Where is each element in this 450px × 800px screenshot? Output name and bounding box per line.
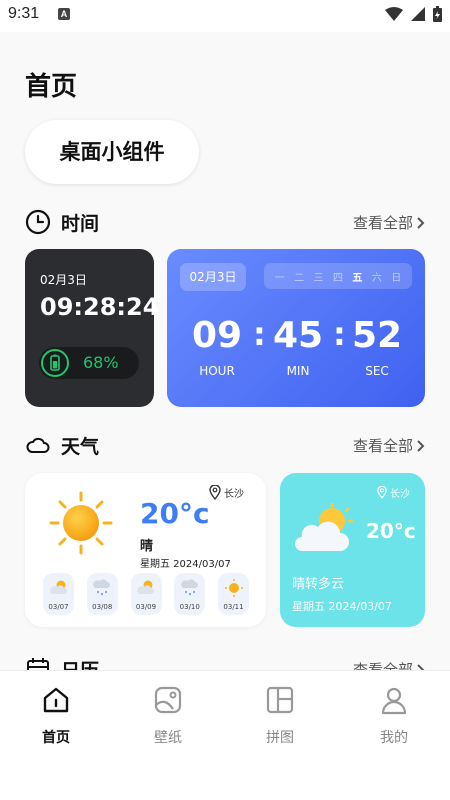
tab-profile-label: 我的	[380, 730, 408, 746]
tab-collage-label: 拼图	[266, 730, 294, 746]
chevron-right-icon	[417, 439, 425, 452]
forecast-date: 03/10	[179, 603, 200, 611]
calendar-section-peek: 日历 查看全部	[25, 654, 425, 670]
calendar-view-all-label: 查看全部	[352, 661, 413, 670]
location-label: 长沙	[377, 485, 410, 500]
calendar-section-title: 日历	[61, 656, 99, 670]
colon-separator: :	[253, 315, 266, 353]
colon-separator: :	[333, 315, 346, 353]
forecast-strip: 03/07 03/08 03/09 03/10 03/11	[43, 573, 249, 615]
calendar-view-all-link[interactable]: 查看全部	[353, 659, 425, 670]
home-icon	[43, 687, 69, 713]
signal-icon	[411, 7, 425, 21]
battery-indicator: 68%	[39, 347, 139, 379]
forecast-date: 03/09	[135, 603, 157, 611]
forecast-day[interactable]: 03/07	[43, 573, 74, 615]
notification-icon: A	[58, 8, 70, 20]
forecast-day[interactable]: 03/10	[174, 573, 206, 615]
clock-icon	[25, 209, 51, 235]
snow-cloud-icon	[180, 577, 200, 601]
location-pin-icon	[377, 486, 387, 499]
page-title: 首页	[25, 72, 78, 102]
forecast-day[interactable]: 03/11	[218, 573, 249, 615]
time-view-all-label: 查看全部	[352, 214, 413, 232]
weather-condition: 晴转多云	[292, 577, 345, 592]
blue-clock-date: 02月3日	[180, 263, 246, 291]
status-icons	[385, 6, 442, 22]
collage-icon	[266, 686, 294, 714]
location-pin-icon	[209, 485, 221, 500]
tab-wallpaper-label: 壁纸	[154, 730, 182, 746]
blue-clock-widget[interactable]: 02月3日 一二三四五六日 09 : 45 : 52 HOUR MIN SEC	[167, 249, 425, 407]
battery-icon	[50, 354, 60, 371]
calendar-icon	[27, 658, 49, 670]
tab-collage[interactable]: 拼图	[240, 685, 320, 747]
battery-ring	[41, 349, 69, 377]
minute-label: MIN	[286, 364, 310, 378]
sun-icon	[49, 491, 113, 555]
tab-home[interactable]: 首页	[16, 685, 96, 747]
weekday-label: 日	[391, 272, 402, 284]
tab-wallpaper[interactable]: 壁纸	[128, 685, 208, 747]
time-section-title: 时间	[61, 213, 100, 235]
calendar-section-header: 日历 查看全部	[25, 654, 425, 670]
weekday-label: 五	[352, 272, 363, 284]
wallpaper-icon	[154, 686, 182, 714]
weather-section-header: 天气 查看全部	[25, 430, 425, 460]
weekday-label: 二	[294, 272, 305, 284]
weather-section-title: 天气	[61, 436, 100, 458]
forecast-date: 03/07	[48, 603, 69, 611]
desktop-widgets-button[interactable]: 桌面小组件	[25, 120, 199, 184]
status-time: 9:31	[8, 5, 40, 22]
forecast-date: 03/11	[223, 603, 244, 611]
weather-widget-cyan[interactable]: 长沙 20°c 晴转多云 星期五 2024/03/07	[280, 473, 425, 627]
status-bar: 9:31 A	[0, 0, 450, 32]
weekday-label: 一	[274, 272, 285, 284]
bottom-tab-bar: 首页 壁纸 拼图 我的	[0, 670, 450, 800]
dark-clock-time: 09:28:24	[40, 293, 160, 321]
weekday-label: 四	[332, 272, 343, 284]
profile-icon	[381, 687, 407, 715]
second-label: SEC	[365, 364, 389, 378]
weekday-label: 三	[313, 272, 324, 284]
partly-cloudy-icon	[295, 503, 354, 551]
chevron-right-icon	[417, 216, 425, 229]
hour-label: HOUR	[199, 364, 235, 378]
battery-percent: 68%	[83, 353, 119, 372]
time-view-all-link[interactable]: 查看全部	[353, 212, 425, 233]
tab-home-label: 首页	[42, 730, 70, 746]
dark-clock-widget[interactable]: 02月3日 09:28:24 68%	[25, 249, 159, 407]
time-section-header: 时间 查看全部	[25, 207, 425, 237]
wifi-icon	[385, 7, 403, 21]
weekday-label: 六	[371, 272, 382, 284]
location-text: 长沙	[390, 489, 410, 500]
weather-view-all-link[interactable]: 查看全部	[353, 435, 425, 456]
forecast-day[interactable]: 03/08	[86, 573, 118, 615]
hour-digits: 09	[191, 315, 243, 356]
weather-view-all-label: 查看全部	[352, 437, 413, 455]
location-label: 长沙	[209, 485, 244, 500]
weather-widget-white[interactable]: 20°c 长沙 晴 星期五 2024/03/07 03/07 03/08 03/09…	[25, 473, 266, 627]
cloud-icon	[26, 437, 50, 453]
sun-cloud-icon	[136, 579, 156, 601]
current-temperature: 20°c	[140, 497, 210, 530]
weather-date: 星期五 2024/03/07	[292, 600, 392, 613]
forecast-date: 03/08	[92, 603, 113, 611]
current-temperature: 20°c	[366, 519, 416, 543]
dark-clock-date: 02月3日	[40, 273, 87, 287]
sun-icon	[224, 579, 243, 601]
weather-condition: 晴	[140, 539, 154, 554]
minute-digits: 45	[272, 315, 324, 356]
forecast-day[interactable]: 03/09	[130, 573, 162, 615]
second-digits: 52	[351, 315, 403, 356]
location-text: 长沙	[224, 489, 244, 500]
sun-cloud-icon	[49, 579, 69, 601]
tab-profile[interactable]: 我的	[354, 685, 434, 747]
weekday-strip: 一二三四五六日	[264, 263, 412, 289]
weather-date: 星期五 2024/03/07	[140, 559, 231, 570]
battery-status-icon	[433, 6, 442, 22]
home-page: 首页 桌面小组件 时间 查看全部 02月3日 09:28:24 68% 02月3…	[0, 32, 450, 670]
snow-cloud-icon	[92, 577, 112, 601]
